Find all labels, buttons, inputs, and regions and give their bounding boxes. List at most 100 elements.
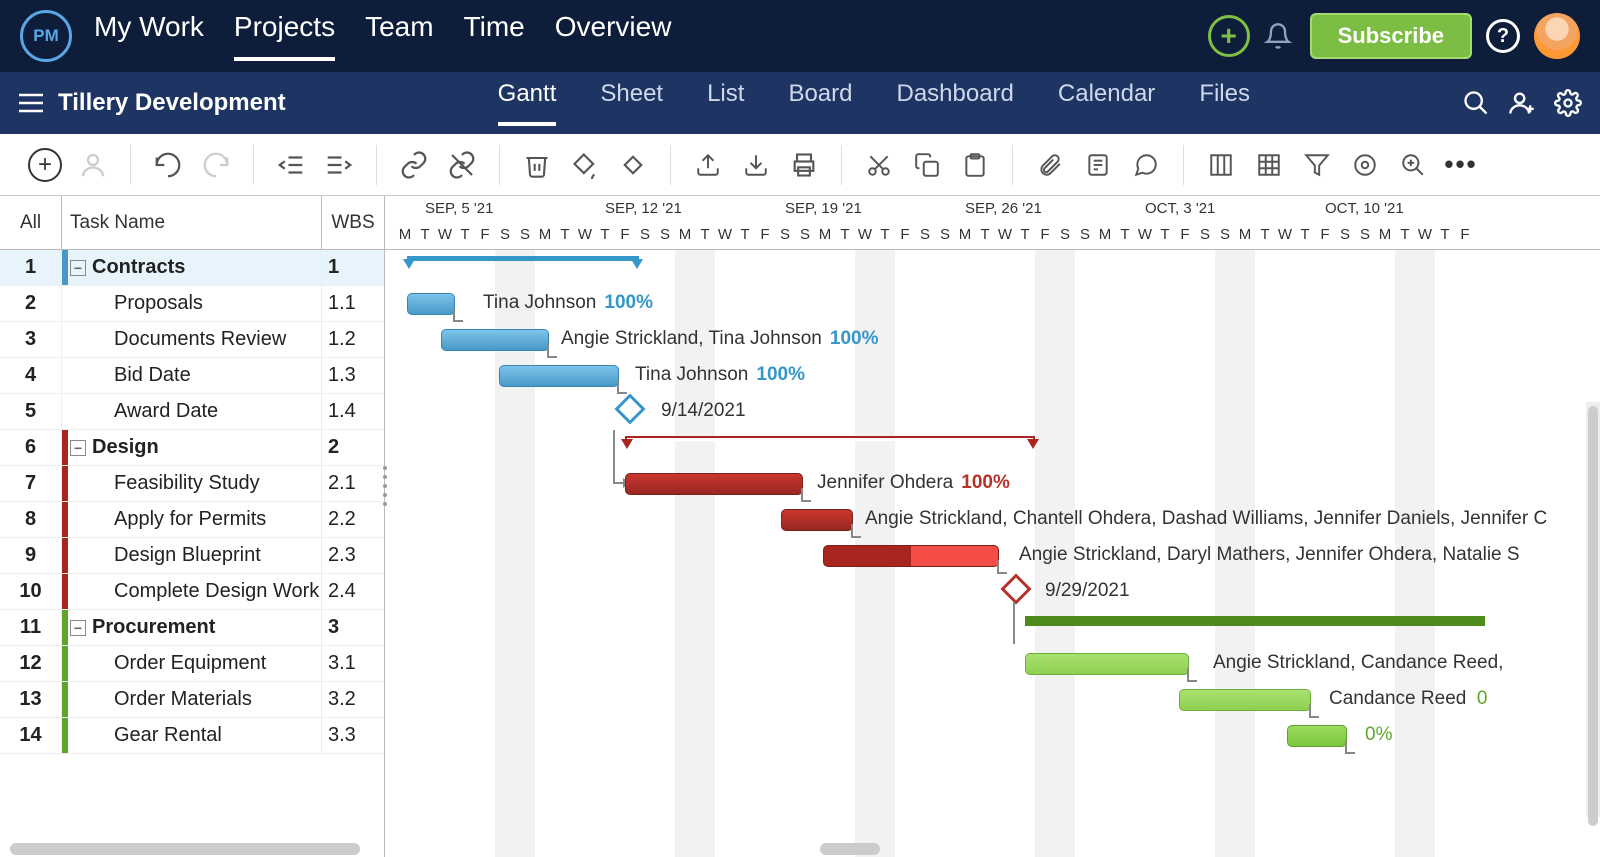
undo-button[interactable] (151, 148, 185, 182)
nav-time[interactable]: Time (464, 11, 525, 61)
row-name[interactable]: Feasibility Study (62, 466, 322, 501)
nav-projects[interactable]: Projects (234, 11, 335, 61)
copy-button[interactable] (910, 148, 944, 182)
task-row[interactable]: 1−Contracts1 (0, 250, 384, 286)
paste-button[interactable] (958, 148, 992, 182)
row-name[interactable]: −Contracts (62, 250, 322, 285)
help-button[interactable]: ? (1486, 19, 1520, 53)
gantt-bar[interactable] (823, 545, 999, 567)
column-index[interactable]: All (0, 196, 62, 249)
collapse-icon[interactable]: − (70, 620, 86, 636)
row-name[interactable]: Apply for Permits (62, 502, 322, 537)
row-name[interactable]: Complete Design Work (62, 574, 322, 609)
milestone-diamond[interactable] (614, 393, 645, 424)
view-list[interactable]: List (707, 80, 744, 126)
export-button[interactable] (739, 148, 773, 182)
vertical-scrollbar-thumb[interactable] (1588, 406, 1598, 826)
row-name[interactable]: Gear Rental (62, 718, 322, 753)
task-row[interactable]: 9Design Blueprint2.3 (0, 538, 384, 574)
grid-button[interactable] (1252, 148, 1286, 182)
gantt-bar[interactable] (1287, 725, 1347, 747)
row-name[interactable]: Design Blueprint (62, 538, 322, 573)
row-name[interactable]: −Design (62, 430, 322, 465)
view-calendar[interactable]: Calendar (1058, 80, 1155, 126)
notes-button[interactable] (1081, 148, 1115, 182)
row-wbs: 1.1 (322, 286, 384, 321)
view-board[interactable]: Board (788, 80, 852, 126)
row-name[interactable]: Documents Review (62, 322, 322, 357)
column-task-name[interactable]: Task Name (62, 196, 322, 249)
indent-button[interactable] (322, 148, 356, 182)
view-files[interactable]: Files (1199, 80, 1250, 126)
task-row[interactable]: 11−Procurement3 (0, 610, 384, 646)
gantt-bar[interactable] (625, 473, 803, 495)
task-row[interactable]: 2Proposals1.1 (0, 286, 384, 322)
cut-button[interactable] (862, 148, 896, 182)
filter-button[interactable] (1300, 148, 1334, 182)
notifications-icon[interactable] (1264, 22, 1292, 50)
menu-icon[interactable] (18, 92, 44, 114)
add-task-button[interactable]: + (28, 148, 62, 182)
gantt-bar[interactable] (499, 365, 619, 387)
task-row[interactable]: 13Order Materials3.2 (0, 682, 384, 718)
unlink-button[interactable] (445, 148, 479, 182)
more-button[interactable]: ••• (1444, 148, 1478, 182)
link-button[interactable] (397, 148, 431, 182)
view-gantt[interactable]: Gantt (498, 80, 557, 126)
task-row[interactable]: 6−Design2 (0, 430, 384, 466)
summary-bar[interactable] (625, 436, 1035, 448)
trash-button[interactable] (520, 148, 554, 182)
gantt-bar[interactable] (1025, 653, 1189, 675)
summary-bar[interactable] (1025, 616, 1485, 628)
row-name[interactable]: Proposals (62, 286, 322, 321)
add-person-icon[interactable] (1508, 89, 1536, 117)
gantt-bar[interactable] (781, 509, 853, 531)
milestone-button[interactable] (616, 148, 650, 182)
search-icon[interactable] (1462, 89, 1490, 117)
gantt-bar[interactable] (441, 329, 549, 351)
gantt-bar[interactable] (1179, 689, 1311, 711)
attach-button[interactable] (1033, 148, 1067, 182)
timeline-horizontal-scrollbar[interactable] (820, 843, 880, 855)
gantt-bar[interactable] (407, 293, 455, 315)
nav-my-work[interactable]: My Work (94, 11, 204, 61)
nav-team[interactable]: Team (365, 11, 433, 61)
row-name[interactable]: Bid Date (62, 358, 322, 393)
summary-bar[interactable] (407, 256, 639, 268)
create-button[interactable]: + (1208, 15, 1250, 57)
settings-icon[interactable] (1554, 89, 1582, 117)
task-row[interactable]: 3Documents Review1.2 (0, 322, 384, 358)
paint-button[interactable] (568, 148, 602, 182)
collapse-icon[interactable]: − (70, 440, 86, 456)
task-row[interactable]: 5Award Date1.4 (0, 394, 384, 430)
subscribe-button[interactable]: Subscribe (1310, 13, 1472, 59)
nav-overview[interactable]: Overview (555, 11, 672, 61)
row-name[interactable]: Order Materials (62, 682, 322, 717)
user-avatar[interactable] (1534, 13, 1580, 59)
import-button[interactable] (691, 148, 725, 182)
task-row[interactable]: 4Bid Date1.3 (0, 358, 384, 394)
timeline-body[interactable]: Tina Johnson100%Angie Strickland, Tina J… (385, 250, 1600, 857)
row-name[interactable]: Award Date (62, 394, 322, 429)
task-row[interactable]: 14Gear Rental3.3 (0, 718, 384, 754)
grid-horizontal-scrollbar[interactable] (10, 843, 360, 855)
print-button[interactable] (787, 148, 821, 182)
app-logo[interactable]: PM (20, 10, 72, 62)
task-row[interactable]: 12Order Equipment3.1 (0, 646, 384, 682)
zoom-button[interactable] (1396, 148, 1430, 182)
collapse-icon[interactable]: − (70, 260, 86, 276)
view-sheet[interactable]: Sheet (600, 80, 663, 126)
options-button[interactable] (1348, 148, 1382, 182)
task-row[interactable]: 10Complete Design Work2.4 (0, 574, 384, 610)
view-dashboard[interactable]: Dashboard (896, 80, 1013, 126)
columns-button[interactable] (1204, 148, 1238, 182)
comment-button[interactable] (1129, 148, 1163, 182)
column-wbs[interactable]: WBS (322, 196, 384, 249)
row-name[interactable]: −Procurement (62, 610, 322, 645)
task-row[interactable]: 8Apply for Permits2.2 (0, 502, 384, 538)
outdent-button[interactable] (274, 148, 308, 182)
milestone-diamond[interactable] (1000, 573, 1031, 604)
row-name[interactable]: Order Equipment (62, 646, 322, 681)
grid-resize-handle[interactable] (381, 466, 389, 506)
task-row[interactable]: 7Feasibility Study2.1 (0, 466, 384, 502)
